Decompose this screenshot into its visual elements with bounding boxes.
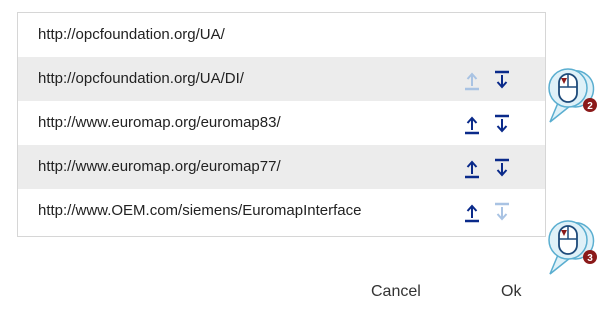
move-down-button[interactable] xyxy=(491,113,513,135)
move-down-icon xyxy=(495,202,509,221)
move-up-icon xyxy=(465,72,479,91)
move-down-icon xyxy=(495,114,509,133)
move-up-button[interactable] xyxy=(461,157,483,179)
move-up-icon xyxy=(465,116,479,135)
move-down-icon xyxy=(495,158,509,177)
move-up-button[interactable] xyxy=(461,201,483,223)
namespace-url: http://opcfoundation.org/UA/ xyxy=(38,26,225,43)
namespace-list: http://opcfoundation.org/UA/ http://opcf… xyxy=(17,12,546,237)
move-up-icon xyxy=(465,204,479,223)
list-row-euromap83[interactable]: http://www.euromap.org/euromap83/ xyxy=(18,101,545,145)
list-row-euromap77[interactable]: http://www.euromap.org/euromap77/ xyxy=(18,145,545,189)
move-down-button[interactable] xyxy=(491,157,513,179)
cancel-button[interactable]: Cancel xyxy=(371,282,421,302)
list-row-opcua-di[interactable]: http://opcfoundation.org/UA/DI/ xyxy=(18,57,545,101)
callout-number: 2 xyxy=(587,101,593,112)
mouse-click-icon: 3 xyxy=(548,220,597,275)
move-up-button[interactable] xyxy=(461,113,483,135)
move-up-icon xyxy=(465,160,479,179)
move-down-icon xyxy=(495,70,509,89)
namespace-url: http://www.OEM.com/siemens/EuromapInterf… xyxy=(38,202,362,219)
callout-number: 3 xyxy=(587,253,593,264)
mouse-click-icon: 2 xyxy=(548,68,597,123)
callout-step-3: 3 xyxy=(530,202,610,282)
namespace-url: http://www.euromap.org/euromap83/ xyxy=(38,114,281,131)
move-up-button[interactable] xyxy=(461,69,483,91)
ok-button[interactable]: Ok xyxy=(501,282,521,302)
namespace-url: http://opcfoundation.org/UA/DI/ xyxy=(38,70,244,87)
list-row-oem-euromap-interface[interactable]: http://www.OEM.com/siemens/EuromapInterf… xyxy=(18,189,545,233)
callout-step-2: 2 xyxy=(530,50,610,130)
list-row-opcua[interactable]: http://opcfoundation.org/UA/ xyxy=(18,13,545,57)
move-down-button[interactable] xyxy=(491,201,513,223)
namespace-url: http://www.euromap.org/euromap77/ xyxy=(38,158,281,175)
move-down-button[interactable] xyxy=(491,69,513,91)
